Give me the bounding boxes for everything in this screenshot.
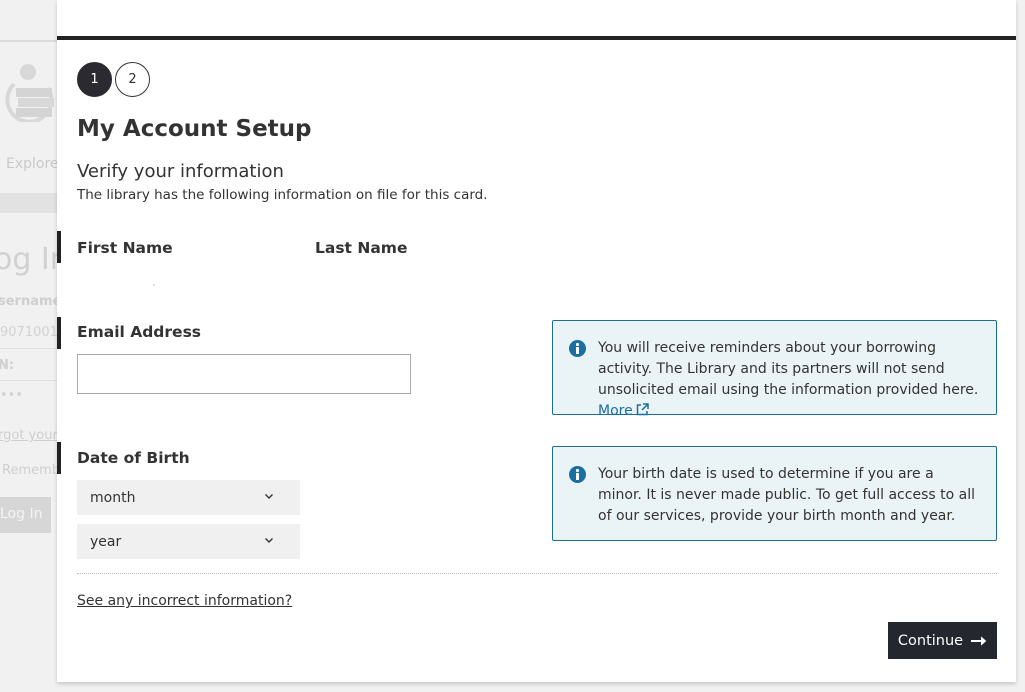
background-forgot-link: rgot your [0,428,58,443]
email-input[interactable] [77,354,411,394]
modal-title: My Account Setup [77,116,312,142]
arrow-right-icon [971,636,987,645]
background-nav-explore: Explore [6,156,59,172]
step-2: 2 [115,62,150,97]
modal-top-bar [57,36,1016,40]
first-name-label: First Name [77,239,173,257]
background-username-value: 9071001 [0,325,58,340]
month-select-value: month [90,489,136,506]
year-select-value: year [90,533,122,550]
first-name-value [153,284,155,286]
month-select[interactable]: month [77,480,300,515]
background-login-button: Log In [0,497,51,533]
incorrect-info-link[interactable]: See any incorrect information? [77,593,292,609]
library-logo-icon [5,64,54,122]
background-remember-label: Rememb [2,463,61,478]
email-label: Email Address [77,323,202,341]
background-band [0,193,60,213]
info-icon [569,340,586,357]
background-divider [0,348,60,349]
dob-label: Date of Birth [77,449,190,467]
chevron-down-icon [265,538,273,543]
background-right-strip [1016,40,1025,692]
info-icon [569,466,586,483]
background-username-label: sername [0,294,62,309]
continue-button[interactable]: Continue [888,622,997,659]
external-link-icon [636,403,649,416]
name-section-marker [57,231,61,263]
dob-info-text: Your birth date is used to determine if … [598,466,975,524]
chevron-down-icon [265,494,273,499]
background-pin-value: ••• [0,388,24,403]
dob-section-marker [57,442,61,474]
email-info-box: You will receive reminders about your bo… [552,320,997,419]
step-1: 1 [77,62,112,97]
email-info-text: You will receive reminders about your bo… [598,340,979,398]
continue-button-label: Continue [897,632,964,649]
dob-info-box: Your birth date is used to determine if … [552,446,997,541]
form-divider [77,573,997,574]
modal-description: The library has the following informatio… [77,187,488,203]
last-name-label: Last Name [315,239,408,257]
modal-subtitle: Verify your information [77,161,284,182]
background-divider [0,380,60,381]
year-select[interactable]: year [77,524,300,559]
more-link[interactable]: More [598,403,649,419]
email-section-marker [57,317,61,349]
background-pin-label: N: [0,358,15,373]
more-link-label: More [598,403,633,419]
step-indicator: 1 2 [77,62,153,97]
account-setup-modal: 1 2 My Account Setup Verify your informa… [57,0,1016,682]
